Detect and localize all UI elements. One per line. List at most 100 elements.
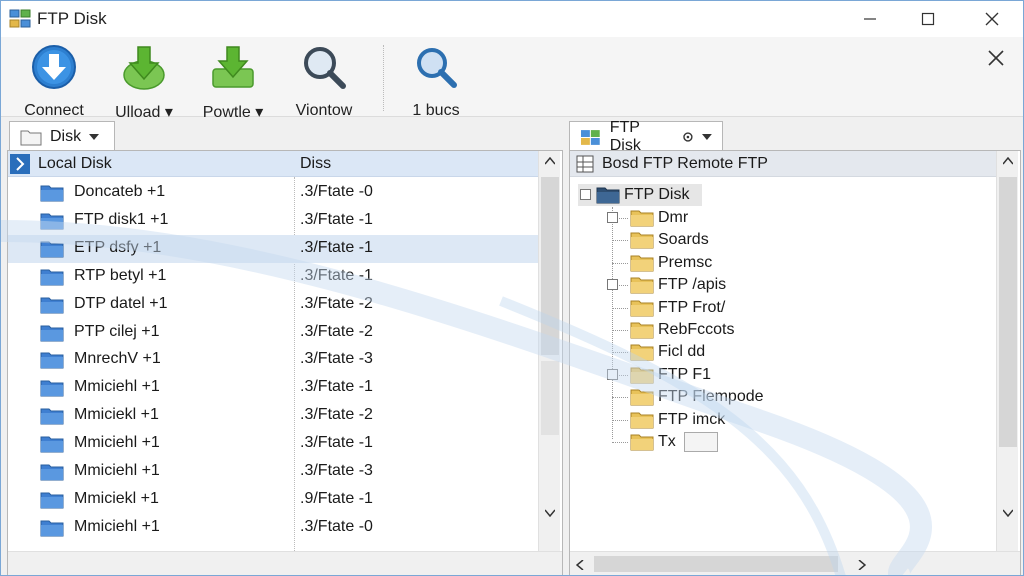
tree-item-label: Dmr <box>658 209 689 226</box>
scroll-thumb[interactable] <box>999 177 1017 447</box>
table-row[interactable]: MnrechV +1 .3/Ftate -3 <box>8 346 538 374</box>
folder-icon <box>40 492 64 509</box>
app-window: FTP Disk Connect Ulload ▾ Powtle ▾ Viont… <box>0 0 1024 576</box>
scroll-right-icon[interactable] <box>858 560 866 570</box>
expander[interactable] <box>607 212 618 223</box>
folder-icon <box>630 412 654 429</box>
folder-icon <box>630 277 654 294</box>
download-arrow-icon <box>32 45 76 89</box>
tree-item[interactable]: Dmr <box>630 207 780 229</box>
tree-item[interactable]: FTP imck <box>630 409 780 431</box>
folder-icon <box>40 380 64 397</box>
folder-icon <box>630 322 654 339</box>
file-value: .3/Ftate -1 <box>300 378 373 396</box>
scroll-up-icon[interactable] <box>1003 157 1013 165</box>
scroll-down-icon[interactable] <box>545 509 555 517</box>
local-file-list: Local Disk Diss Doncateb +1 .3/Ftate -0 FT… <box>7 150 563 575</box>
table-row[interactable]: Mmiciekl +1 .9/Ftate -1 <box>8 486 538 514</box>
tab-disk[interactable]: Disk <box>9 121 115 151</box>
table-row[interactable]: Doncateb +1 .3/Ftate -0 <box>8 179 538 207</box>
tree-root-ftp-disk[interactable]: FTP Disk <box>578 184 702 206</box>
table-row[interactable]: RTP betyl +1 .3/Ftate -1 <box>8 263 538 291</box>
tab-ftp-disk[interactable]: FTP Disk <box>569 119 723 154</box>
scroll-up-icon[interactable] <box>545 157 555 165</box>
folder-icon <box>630 367 654 384</box>
table-row[interactable]: DTP datel +1 .3/Ftate -2 <box>8 291 538 319</box>
tree-item[interactable]: Premsc <box>630 252 780 274</box>
scroll-thumb[interactable] <box>594 556 838 572</box>
folder-icon <box>40 269 64 286</box>
tree-item-label: Soards <box>658 231 709 249</box>
upload-button[interactable]: Ulload ▾ <box>109 43 179 122</box>
chevron-down-icon <box>702 133 712 140</box>
file-value: .9/Ftate -1 <box>300 489 373 507</box>
tree-item[interactable]: FTP F1 <box>630 364 780 386</box>
local-panel: Disk Local Disk Diss Doncateb +1 .3/Ftate… <box>1 118 563 575</box>
folder-icon <box>630 300 654 317</box>
tree-root-label: FTP Disk <box>624 186 690 203</box>
column-name-header[interactable]: Local Disk <box>38 155 112 173</box>
file-name: Mmiciehl +1 <box>74 462 160 479</box>
column-diss-header[interactable]: Diss <box>300 155 331 173</box>
maximize-icon <box>921 12 935 26</box>
folder-icon <box>630 389 654 406</box>
table-row[interactable]: Mmiciehl +1 .3/Ftate -1 <box>8 430 538 458</box>
tree-item[interactable]: FTP Flempode <box>630 386 780 408</box>
folder-icon <box>40 241 64 258</box>
tree-item[interactable]: Soards <box>630 229 780 251</box>
tab-disk-label: Disk <box>50 127 82 145</box>
app-network-icon <box>9 9 31 28</box>
file-name: Mmiciehl +1 <box>74 378 160 396</box>
expander[interactable] <box>580 189 591 200</box>
scroll-left-icon[interactable] <box>576 560 584 570</box>
rename-input[interactable] <box>684 432 718 452</box>
file-name: Mmiciehl +1 <box>74 517 160 535</box>
tree-item-label: Ficl dd <box>658 343 706 361</box>
tree-header-title: Bosd FTP Remote FTP <box>602 155 768 172</box>
remote-tree: Bosd FTP Remote FTP FTP Disk Dmr Soards Pre… <box>569 150 1021 575</box>
expander[interactable] <box>607 368 618 380</box>
file-name: ETP dsfy +1 <box>74 238 162 256</box>
tree-item[interactable]: FTP Frot/ <box>630 297 780 319</box>
file-value: .3/Ftate -0 <box>300 183 373 200</box>
expander[interactable] <box>607 279 618 291</box>
close-icon[interactable] <box>985 47 1007 69</box>
table-row[interactable]: Mmiciehl +1 .3/Ftate -0 <box>8 514 538 542</box>
table-row[interactable]: Mmiciehl +1 .3/Ftate -3 <box>8 458 538 486</box>
scroll-down-icon[interactable] <box>1003 509 1013 517</box>
vertical-scrollbar[interactable] <box>996 151 1018 551</box>
file-name: Doncateb +1 <box>74 183 166 200</box>
folder-icon <box>630 210 654 227</box>
chevron-down-icon <box>89 133 100 140</box>
tree-item[interactable]: RebFccots <box>630 319 780 341</box>
vertical-scrollbar[interactable] <box>538 151 560 551</box>
maximize-button[interactable] <box>901 1 955 37</box>
table-row[interactable]: Mmiciehl +1 .3/Ftate -1 <box>8 374 538 402</box>
folder-icon <box>630 255 654 272</box>
minimize-button[interactable] <box>843 1 897 37</box>
tree-item[interactable]: Ficl dd <box>630 341 780 363</box>
powtle-button[interactable]: Powtle ▾ <box>197 43 269 122</box>
horizontal-scrollbar[interactable] <box>570 551 1020 575</box>
tree-item-label: FTP /apis <box>658 276 727 294</box>
bucs-button[interactable]: 1 bucs <box>401 43 471 120</box>
title-bar: FTP Disk <box>1 1 1023 37</box>
table-row[interactable]: ETP dsfy +1 .3/Ftate -1 <box>8 234 538 263</box>
table-row[interactable]: FTP disk1 +1 .3/Ftate -1 <box>8 207 538 235</box>
file-name: FTP disk1 +1 <box>74 210 169 228</box>
tree-item-label: FTP imck <box>658 410 726 428</box>
table-row[interactable]: PTP cilej +1 .3/Ftate -2 <box>8 319 538 347</box>
scroll-thumb[interactable] <box>541 177 559 355</box>
network-folder-icon <box>580 129 600 145</box>
folder-icon <box>40 297 64 314</box>
view-button[interactable]: Viontow <box>289 43 359 120</box>
connect-button[interactable]: Connect <box>19 43 89 120</box>
tree-item-label: FTP Flempode <box>658 388 764 406</box>
horizontal-scrollbar[interactable] <box>8 551 562 575</box>
tree-item[interactable]: FTP /apis <box>630 274 780 296</box>
file-name: Mmiciehl +1 <box>74 434 160 452</box>
table-row[interactable]: Mmiciekl +1 .3/Ftate -2 <box>8 402 538 430</box>
file-value: .3/Ftate -0 <box>300 517 373 535</box>
green-down-arrow-icon <box>123 46 165 90</box>
close-window-button[interactable] <box>965 1 1019 37</box>
